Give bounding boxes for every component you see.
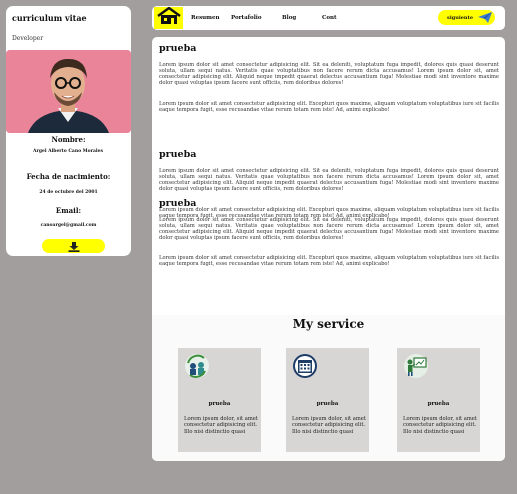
nav-portafolio[interactable]: Portafolio	[231, 15, 262, 21]
services-section: My service prueba Lorem ipsum dolor, sit…	[152, 315, 505, 461]
service-card: prueba Lorem ipsum dolor, sit amet conse…	[286, 348, 369, 452]
service-description: Lorem ipsum dolor, sit amet consectetur …	[184, 416, 258, 435]
main-content: prueba Lorem ipsum dolor sit amet consec…	[152, 37, 505, 461]
service-title: prueba	[316, 401, 339, 407]
name-value: Argel Alberto Cano Morales	[32, 149, 104, 154]
section-paragraph: Lorem ipsum dolor sit amet consectetur a…	[159, 255, 499, 268]
top-nav: Resumen Portafolio Blog Cont siguiente	[152, 6, 505, 30]
calendar-icon	[292, 353, 318, 379]
profile-title: curriculum vitae	[12, 13, 87, 23]
section-paragraph: Lorem ipsum dolor sit amet consectetur a…	[159, 62, 499, 87]
next-button[interactable]: siguiente	[438, 10, 495, 25]
download-icon	[68, 237, 80, 256]
section-title: prueba	[159, 198, 197, 209]
section-title: prueba	[159, 149, 197, 160]
service-description: Lorem ipsum dolor, sit amet consectetur …	[292, 416, 366, 435]
email-value: canoargel@gmail.com	[40, 223, 97, 228]
service-title: prueba	[427, 401, 450, 407]
section-paragraph: Lorem ipsum dolor sit amet consectetur a…	[159, 101, 499, 114]
profile-role: Developer	[12, 35, 44, 42]
nav-contacto[interactable]: Cont	[322, 15, 337, 21]
nav-blog[interactable]: Blog	[282, 15, 296, 21]
service-card: prueba Lorem ipsum dolor, sit amet conse…	[397, 348, 480, 452]
home-button[interactable]	[154, 6, 183, 29]
profile-card: curriculum vitae Developer Nombre: Argel…	[6, 6, 131, 256]
section-paragraph: Lorem ipsum dolor sit amet consectetur a…	[159, 217, 499, 242]
birth-value: 24 de octubre del 2001	[39, 190, 98, 195]
name-label: Nombre:	[51, 135, 86, 144]
email-label: Email:	[55, 206, 82, 215]
home-icon	[156, 6, 181, 29]
services-heading: My service	[292, 317, 365, 331]
service-description: Lorem ipsum dolor, sit amet consectetur …	[403, 416, 477, 435]
profile-photo	[6, 50, 131, 133]
nav-resumen[interactable]: Resumen	[191, 15, 219, 21]
section-title: prueba	[159, 43, 197, 54]
download-cv-button[interactable]	[42, 239, 105, 253]
next-label: siguiente	[447, 15, 474, 21]
presentation-icon	[403, 353, 429, 379]
service-title: prueba	[208, 401, 231, 407]
birth-label: Fecha de nacimiento:	[26, 172, 111, 181]
service-card: prueba Lorem ipsum dolor, sit amet conse…	[178, 348, 261, 452]
team-growth-icon	[184, 353, 210, 379]
section-paragraph: Lorem ipsum dolor sit amet consectetur a…	[159, 168, 499, 193]
